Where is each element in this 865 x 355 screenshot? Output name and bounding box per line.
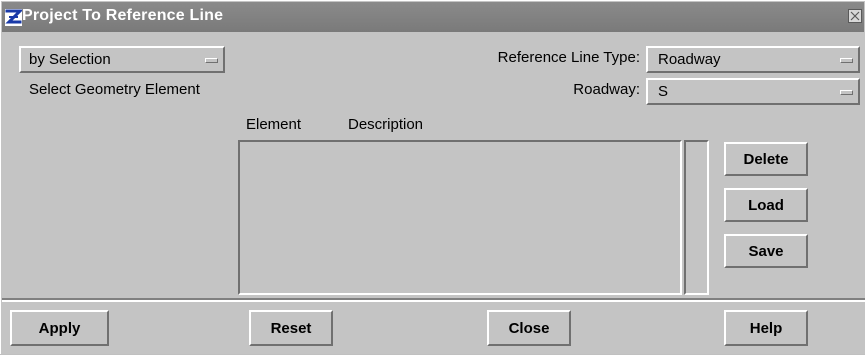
title-bar[interactable]: Project To Reference Line [2, 2, 864, 32]
reference-line-type-value: Roadway [658, 51, 721, 68]
dropdown-indicator-icon [840, 58, 853, 63]
roadway-dropdown[interactable]: S [646, 78, 860, 105]
delete-button[interactable]: Delete [724, 142, 808, 176]
close-button[interactable]: Close [487, 310, 571, 346]
reference-line-type-label: Reference Line Type: [497, 49, 640, 66]
close-icon[interactable] [848, 9, 862, 23]
list-scrollbar[interactable] [684, 140, 709, 295]
element-list[interactable] [238, 140, 682, 295]
load-button[interactable]: Load [724, 188, 808, 222]
apply-button[interactable]: Apply [10, 310, 109, 346]
load-button-label: Load [748, 196, 784, 214]
delete-button-label: Delete [743, 150, 789, 168]
roadway-label: Roadway: [573, 81, 640, 98]
apply-button-label: Apply [38, 319, 81, 337]
dialog-window: Project To Reference Line by Selection S… [0, 0, 865, 354]
save-button-label: Save [748, 242, 784, 260]
help-button-label: Help [749, 319, 783, 337]
instruction-text: Select Geometry Element [29, 81, 200, 98]
help-button[interactable]: Help [724, 310, 808, 346]
reference-line-type-dropdown[interactable]: Roadway [646, 46, 860, 73]
dropdown-indicator-icon [840, 90, 853, 95]
column-header-element: Element [246, 116, 302, 133]
selection-mode-value: by Selection [29, 51, 111, 68]
window-title: Project To Reference Line [22, 7, 224, 24]
app-icon [5, 9, 24, 26]
close-button-label: Close [508, 319, 550, 337]
reset-button[interactable]: Reset [249, 310, 333, 346]
save-button[interactable]: Save [724, 234, 808, 268]
reset-button-label: Reset [270, 319, 312, 337]
dropdown-indicator-icon [205, 58, 218, 63]
roadway-value: S [658, 83, 669, 100]
selection-mode-dropdown[interactable]: by Selection [19, 46, 225, 73]
column-header-description: Description [348, 116, 424, 133]
